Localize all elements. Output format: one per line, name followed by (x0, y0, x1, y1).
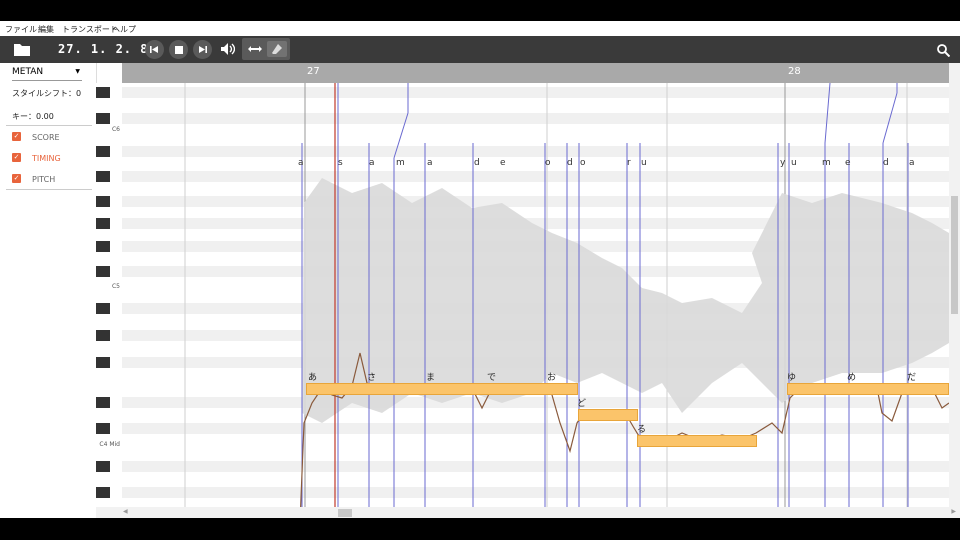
lyric-label: あ (308, 373, 318, 383)
pitch-checkbox[interactable]: ✓ (12, 174, 21, 183)
lyric-label: さ (367, 373, 377, 383)
phoneme-label: u (641, 158, 647, 168)
divider (6, 125, 92, 126)
horizontal-scroll-thumb[interactable] (338, 509, 352, 517)
lyric-label: ゆ (787, 373, 797, 383)
black-key[interactable] (96, 218, 110, 229)
vertical-scroll-thumb[interactable] (951, 196, 958, 314)
search-icon[interactable] (935, 42, 951, 58)
vertical-scrollbar[interactable] (949, 63, 960, 518)
octave-label: C5 (111, 283, 120, 290)
note-block[interactable] (306, 383, 578, 395)
phoneme-label: m (396, 158, 405, 168)
black-key[interactable] (96, 171, 110, 182)
black-key[interactable] (96, 146, 110, 157)
tool-toggle-group (242, 38, 290, 60)
menu-bar: ファイル 編集 トランスポート ヘルプ (0, 21, 960, 36)
bar-number: 27 (307, 66, 320, 77)
scroll-left-icon[interactable]: ◀ (123, 508, 128, 515)
voice-select-value: METAN (12, 67, 44, 77)
piano-roll-canvas (122, 83, 949, 518)
black-key[interactable] (96, 487, 110, 498)
black-key[interactable] (96, 241, 110, 252)
skip-forward-icon[interactable] (193, 40, 212, 59)
phoneme-label: e (845, 158, 851, 168)
score-checkbox[interactable]: ✓ (12, 132, 21, 141)
chevron-down-icon: ▼ (75, 68, 80, 75)
lyric-label: め (847, 373, 857, 383)
eraser-icon[interactable] (267, 41, 287, 57)
skip-back-icon[interactable] (145, 40, 164, 59)
phoneme-label: a (909, 158, 915, 168)
black-key[interactable] (96, 87, 110, 98)
score-label: SCORE (32, 133, 60, 142)
menu-file[interactable]: ファイル (5, 24, 37, 35)
phoneme-label: o (580, 158, 586, 168)
note-block[interactable] (787, 383, 949, 395)
timing-checkbox[interactable]: ✓ (12, 153, 21, 162)
pitch-label: PITCH (32, 175, 56, 184)
scroll-right-icon[interactable]: ▶ (951, 508, 956, 515)
timing-label: TIMING (32, 154, 61, 163)
phoneme-label: a (298, 158, 304, 168)
phoneme-label: d (474, 158, 480, 168)
black-key[interactable] (96, 423, 110, 434)
folder-icon[interactable] (14, 42, 30, 56)
black-key[interactable] (96, 330, 110, 341)
style-shift-label: スタイルシフト：0 (12, 89, 82, 98)
black-key[interactable] (96, 397, 110, 408)
phoneme-label: m (822, 158, 831, 168)
black-key[interactable] (96, 461, 110, 472)
voice-select[interactable]: METAN ▼ (12, 67, 82, 81)
phoneme-label: u (791, 158, 797, 168)
lyric-label: お (547, 373, 557, 383)
phoneme-label: d (567, 158, 573, 168)
octave-label: C6 (111, 126, 120, 133)
black-key[interactable] (96, 196, 110, 207)
phoneme-label: r (627, 158, 631, 168)
timecode-display: 27. 1. 2. 8 (58, 42, 149, 56)
black-key[interactable] (96, 266, 110, 277)
piano-roll[interactable]: あ さ ま で お ど る ゆ め だ a s a m a d e o d o … (122, 83, 949, 518)
stop-icon[interactable] (169, 40, 188, 59)
bar-ruler[interactable]: 27 28 (122, 63, 949, 83)
phoneme-label: o (545, 158, 551, 168)
divider (6, 189, 92, 190)
lyric-label: で (487, 373, 497, 383)
phoneme-label: s (338, 158, 343, 168)
octave-label: C4 Mid (99, 441, 120, 448)
horizontal-scrollbar[interactable]: ◀ ▶ (96, 507, 960, 518)
bar-number: 28 (788, 66, 801, 77)
piano-keyboard[interactable]: C6 C5 C4 Mid (96, 83, 123, 518)
toolbar: 27. 1. 2. 8 (0, 36, 960, 63)
black-key[interactable] (96, 113, 110, 124)
menu-edit[interactable]: 編集 (38, 24, 54, 35)
phoneme-label: d (883, 158, 889, 168)
lyric-label: ど (577, 399, 587, 409)
phoneme-label: e (500, 158, 506, 168)
volume-icon[interactable] (220, 42, 236, 56)
lyric-label: ま (426, 373, 436, 383)
black-key[interactable] (96, 357, 110, 368)
phoneme-label: a (427, 158, 433, 168)
key-label: キー：0.00 (12, 112, 54, 121)
phoneme-label: a (369, 158, 375, 168)
menu-help[interactable]: ヘルプ (112, 24, 136, 35)
app-window: ファイル 編集 トランスポート ヘルプ 27. 1. 2. 8 METAN ▼ … (0, 21, 960, 518)
menu-transport[interactable]: トランスポート (62, 24, 118, 35)
black-key[interactable] (96, 303, 110, 314)
lyric-label: る (637, 425, 647, 435)
lyric-label: だ (907, 373, 917, 383)
settings-panel: METAN ▼ スタイルシフト：0 キー：0.00 ✓ SCORE ✓ TIMI… (0, 63, 97, 518)
phoneme-label: y (780, 158, 786, 168)
horizontal-arrows-icon[interactable] (245, 41, 265, 57)
note-block[interactable] (637, 435, 757, 447)
note-block[interactable] (578, 409, 638, 421)
